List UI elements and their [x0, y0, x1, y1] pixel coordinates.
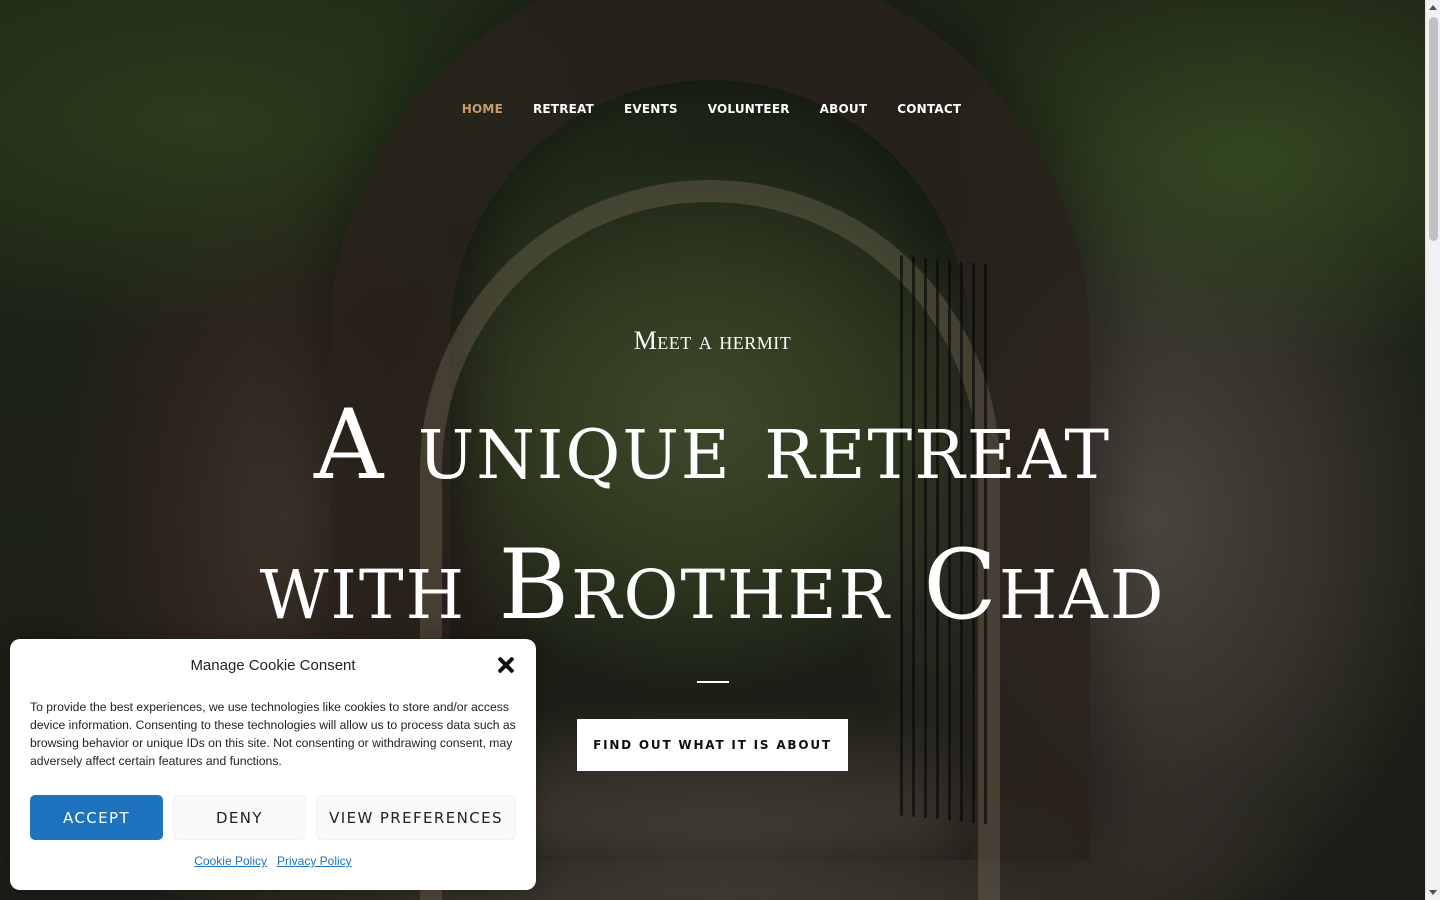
headline-line-2: with Brother Chad	[259, 529, 1166, 641]
headline-line-1: A unique retreat	[313, 389, 1112, 501]
nav-item-events[interactable]: EVENTS	[624, 102, 678, 116]
hero-kicker: Meet a hermit	[633, 326, 792, 355]
cookie-consent-dialog: Manage Cookie Consent To provide the bes…	[10, 639, 536, 890]
nav-item-home[interactable]: HOME	[462, 102, 503, 116]
deny-button[interactable]: DENY	[173, 795, 306, 840]
view-preferences-button[interactable]: VIEW PREFERENCES	[316, 795, 516, 840]
hero-divider	[697, 681, 729, 683]
cookie-dialog-links: Cookie Policy Privacy Policy	[10, 854, 536, 868]
close-icon[interactable]	[496, 655, 516, 675]
scroll-down-arrow-icon[interactable]	[1429, 890, 1437, 895]
cookie-policy-link[interactable]: Cookie Policy	[194, 854, 267, 868]
cookie-dialog-message: To provide the best experiences, we use …	[30, 700, 516, 768]
main-navigation: HOME RETREAT EVENTS VOLUNTEER ABOUT CONT…	[0, 102, 1425, 116]
accept-button[interactable]: ACCEPT	[30, 795, 163, 840]
nav-item-volunteer[interactable]: VOLUNTEER	[708, 102, 790, 116]
cookie-dialog-title: Manage Cookie Consent	[190, 657, 356, 674]
find-out-button[interactable]: FIND OUT WHAT IT IS ABOUT	[577, 719, 848, 771]
page-scrollbar[interactable]	[1425, 0, 1440, 900]
privacy-policy-link[interactable]: Privacy Policy	[277, 854, 352, 868]
scroll-up-arrow-icon[interactable]	[1429, 5, 1437, 10]
nav-item-retreat[interactable]: RETREAT	[533, 102, 594, 116]
nav-item-about[interactable]: ABOUT	[820, 102, 868, 116]
scrollbar-thumb[interactable]	[1429, 17, 1438, 241]
nav-item-contact[interactable]: CONTACT	[897, 102, 961, 116]
hero-headline: A unique retreat with Brother Chad	[0, 375, 1425, 655]
